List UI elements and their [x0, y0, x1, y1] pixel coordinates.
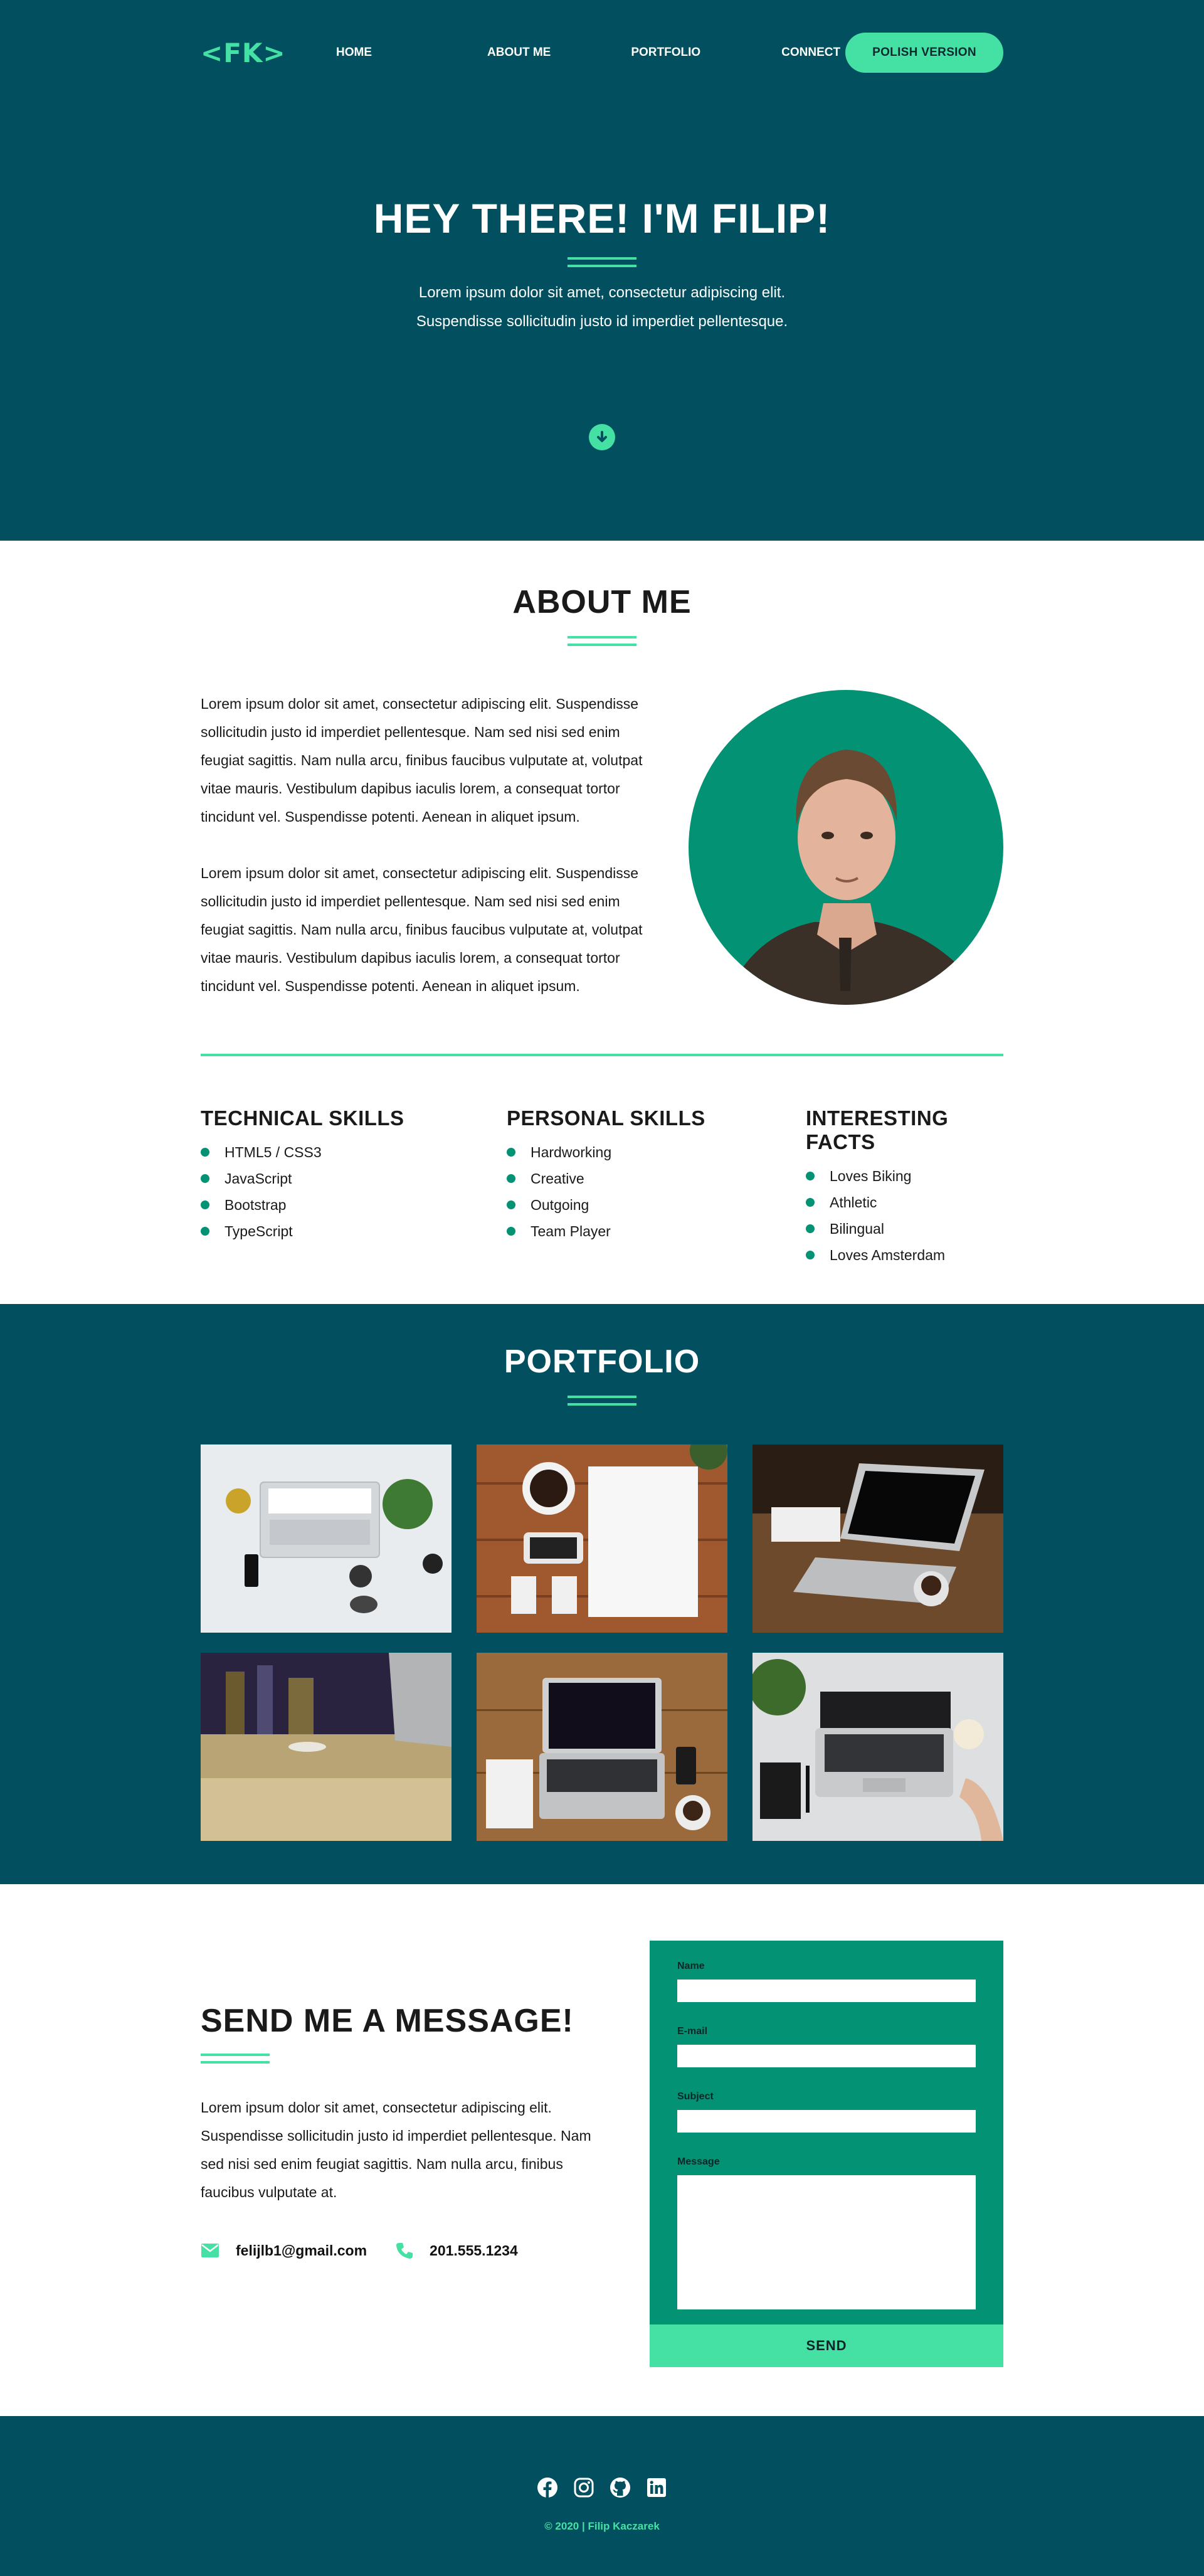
linkedin-icon[interactable]: [645, 2476, 668, 2499]
portfolio-title-underline: [568, 1396, 636, 1406]
name-field: Name: [677, 1961, 976, 2002]
technical-skills: TECHNICAL SKILLS HTML5 / CSS3 JavaScript…: [201, 1106, 507, 1268]
about-section: ABOUT ME Lorem ipsum dolor sit amet, con…: [0, 541, 1204, 1304]
title-underline: [568, 257, 636, 267]
copyright-text: © 2020 | Filip Kaczarek: [544, 2520, 660, 2532]
portfolio-image[interactable]: [752, 1444, 1003, 1633]
github-icon[interactable]: [609, 2476, 631, 2499]
hero-section: <FK> HOME ABOUT ME PORTFOLIO CONNECT POL…: [0, 0, 1204, 541]
navbar: <FK> HOME ABOUT ME PORTFOLIO CONNECT POL…: [201, 0, 1003, 105]
portfolio-image[interactable]: [477, 1444, 727, 1633]
about-title-underline: [568, 636, 636, 646]
nav-portfolio-link[interactable]: PORTFOLIO: [631, 46, 700, 60]
arrow-down-circle-icon[interactable]: [589, 424, 615, 450]
contact-text: Lorem ipsum dolor sit amet, consectetur …: [201, 2099, 591, 2200]
hero-title: HEY THERE! I'M FILIP!: [373, 195, 831, 241]
skills-row: TECHNICAL SKILLS HTML5 / CSS3 JavaScript…: [201, 1106, 1003, 1268]
skills-heading: PERSONAL SKILLS: [507, 1106, 705, 1130]
about-paragraph-1: Lorem ipsum dolor sit amet, consectetur …: [201, 696, 643, 825]
nav-connect-link[interactable]: CONNECT: [781, 46, 840, 60]
portfolio-image[interactable]: [201, 1444, 452, 1633]
email-icon: [201, 2243, 219, 2258]
contact-title-underline: [201, 2054, 270, 2064]
subject-label: Subject: [677, 2091, 714, 2102]
email-link[interactable]: felijlb1@gmail.com: [236, 2242, 367, 2259]
hero-text-line-2: Suspendisse sollicitudin justo id imperd…: [416, 313, 788, 330]
email-field: E-mail: [677, 2026, 976, 2067]
list-item: HTML5 / CSS3: [201, 1139, 507, 1165]
subject-field: Subject: [677, 2091, 976, 2133]
message-field: Message: [677, 2156, 976, 2313]
contact-details: felijlb1@gmail.com 201.555.1234: [201, 2242, 602, 2259]
about-text: Lorem ipsum dolor sit amet, consectetur …: [201, 690, 652, 1005]
polish-version-button[interactable]: POLISH VERSION: [845, 33, 1003, 73]
logo[interactable]: <FK>: [201, 38, 336, 68]
message-label: Message: [677, 2156, 720, 2167]
social-links: [0, 2416, 1204, 2499]
section-divider: [201, 1054, 1003, 1056]
portfolio-image[interactable]: [752, 1653, 1003, 1841]
contact-info-panel: SEND ME A MESSAGE! Lorem ipsum dolor sit…: [201, 1884, 602, 2367]
name-input[interactable]: [677, 1980, 976, 2002]
portfolio-image[interactable]: [201, 1653, 452, 1841]
skills-heading: TECHNICAL SKILLS: [201, 1106, 404, 1130]
email-input[interactable]: [677, 2045, 976, 2067]
profile-photo: [689, 690, 1003, 1005]
portfolio-title: PORTFOLIO: [504, 1344, 700, 1380]
portfolio-image[interactable]: [477, 1653, 727, 1841]
list-item: Athletic: [806, 1189, 1003, 1216]
email-label: E-mail: [677, 2026, 708, 2037]
message-textarea[interactable]: [677, 2175, 976, 2309]
list-item: Bilingual: [806, 1216, 1003, 1242]
phone-icon: [396, 2242, 413, 2259]
interesting-facts: INTERESTING FACTS Loves Biking Athletic …: [806, 1106, 1003, 1268]
list-item: Bootstrap: [201, 1192, 507, 1218]
list-item: Loves Amsterdam: [806, 1242, 1003, 1268]
hero-text: Lorem ipsum dolor sit amet, consectetur …: [201, 278, 1003, 336]
nav-links: HOME ABOUT ME PORTFOLIO CONNECT: [336, 46, 840, 60]
list-item: TypeScript: [201, 1218, 507, 1244]
list-item: Loves Biking: [806, 1163, 1003, 1189]
footer: © 2020 | Filip Kaczarek: [0, 2416, 1204, 2576]
skills-heading: INTERESTING FACTS: [806, 1106, 949, 1153]
subject-input[interactable]: [677, 2110, 976, 2133]
nav-about-link[interactable]: ABOUT ME: [487, 46, 551, 60]
nav-home-link[interactable]: HOME: [336, 46, 372, 60]
list-item: JavaScript: [201, 1165, 507, 1192]
contact-section: SEND ME A MESSAGE! Lorem ipsum dolor sit…: [0, 1884, 1204, 2416]
instagram-icon[interactable]: [573, 2476, 595, 2499]
hero-text-line-1: Lorem ipsum dolor sit amet, consectetur …: [418, 284, 786, 301]
facebook-icon[interactable]: [536, 2476, 559, 2499]
portfolio-section: PORTFOLIO: [0, 1304, 1204, 1884]
contact-form: Name E-mail Subject Message SEND: [650, 1941, 1003, 2367]
list-item: Outgoing: [507, 1192, 806, 1218]
personal-skills: PERSONAL SKILLS Hardworking Creative Out…: [507, 1106, 806, 1268]
list-item: Creative: [507, 1165, 806, 1192]
list-item: Team Player: [507, 1218, 806, 1244]
about-paragraph-2: Lorem ipsum dolor sit amet, consectetur …: [201, 865, 643, 994]
hero-content: HEY THERE! I'M FILIP! Lorem ipsum dolor …: [201, 194, 1003, 450]
about-title: ABOUT ME: [512, 584, 692, 620]
name-label: Name: [677, 1961, 705, 1971]
send-button[interactable]: SEND: [650, 2324, 1003, 2367]
portfolio-grid: [201, 1444, 1003, 1841]
phone-link[interactable]: 201.555.1234: [430, 2242, 518, 2259]
contact-title: SEND ME A MESSAGE!: [201, 2003, 574, 2039]
list-item: Hardworking: [507, 1139, 806, 1165]
